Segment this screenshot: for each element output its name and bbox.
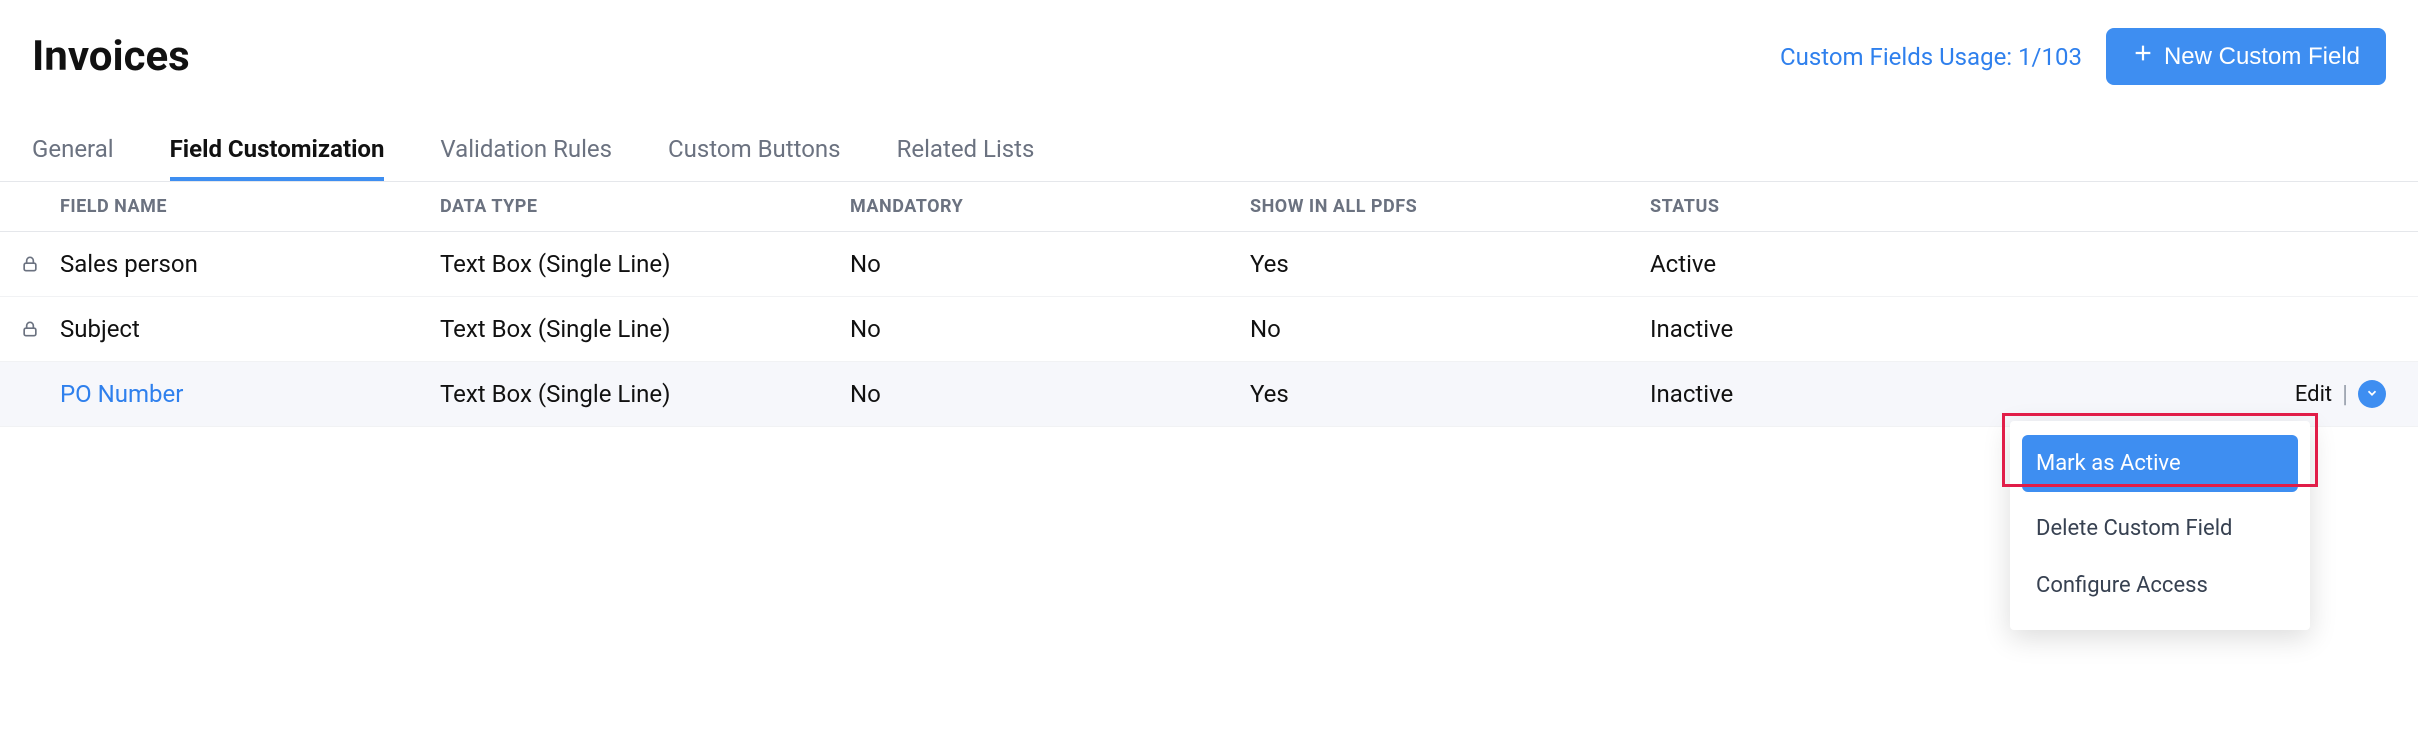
data-type-cell: Text Box (Single Line) [440,315,850,343]
mandatory-cell: No [850,315,1250,343]
tab-field-customization[interactable]: Field Customization [170,135,385,181]
col-data-type: DATA TYPE [440,196,850,217]
status-cell: Inactive [1650,315,1970,343]
new-custom-field-label: New Custom Field [2164,43,2360,71]
mark-as-active-item[interactable]: Mark as Active [2022,435,2298,492]
edit-link[interactable]: Edit [2295,382,2332,407]
status-cell: Active [1650,250,1970,278]
table-row[interactable]: PO Number Text Box (Single Line) No Yes … [0,362,2418,427]
mandatory-cell: No [850,250,1250,278]
delete-custom-field-item[interactable]: Delete Custom Field [2022,500,2298,557]
fields-table: FIELD NAME DATA TYPE MANDATORY SHOW IN A… [0,182,2418,427]
show-pdfs-cell: Yes [1250,250,1650,278]
col-status: STATUS [1650,196,1970,217]
tab-custom-buttons[interactable]: Custom Buttons [668,135,841,181]
data-type-cell: Text Box (Single Line) [440,250,850,278]
plus-icon [2132,42,2154,71]
mandatory-cell: No [850,380,1250,408]
separator: | [2342,380,2348,408]
configure-access-item[interactable]: Configure Access [2022,557,2298,614]
lock-icon [0,254,60,274]
show-pdfs-cell: No [1250,315,1650,343]
lock-icon [0,319,60,339]
data-type-cell: Text Box (Single Line) [440,380,850,408]
field-name-cell: Subject [60,315,440,343]
status-cell: Inactive [1650,380,1970,408]
col-mandatory: MANDATORY [850,196,1250,217]
tabs: General Field Customization Validation R… [0,95,2418,182]
field-name-cell: Sales person [60,250,440,278]
new-custom-field-button[interactable]: New Custom Field [2106,28,2386,85]
field-name-link[interactable]: PO Number [60,380,440,408]
row-more-button[interactable] [2358,380,2386,408]
show-pdfs-cell: Yes [1250,380,1650,408]
page-title: Invoices [32,32,190,81]
col-show-pdfs: SHOW IN ALL PDFS [1250,196,1650,217]
tab-general[interactable]: General [32,135,114,181]
table-header: FIELD NAME DATA TYPE MANDATORY SHOW IN A… [0,182,2418,232]
tab-related-lists[interactable]: Related Lists [897,135,1035,181]
tab-validation-rules[interactable]: Validation Rules [440,135,612,181]
chevron-down-icon [2365,386,2379,403]
row-actions-dropdown: Mark as Active Delete Custom Field Confi… [2010,421,2310,630]
custom-fields-usage-link[interactable]: Custom Fields Usage: 1/103 [1780,43,2082,71]
col-field-name: FIELD NAME [60,196,440,217]
table-row[interactable]: Subject Text Box (Single Line) No No Ina… [0,297,2418,362]
table-row[interactable]: Sales person Text Box (Single Line) No Y… [0,232,2418,297]
